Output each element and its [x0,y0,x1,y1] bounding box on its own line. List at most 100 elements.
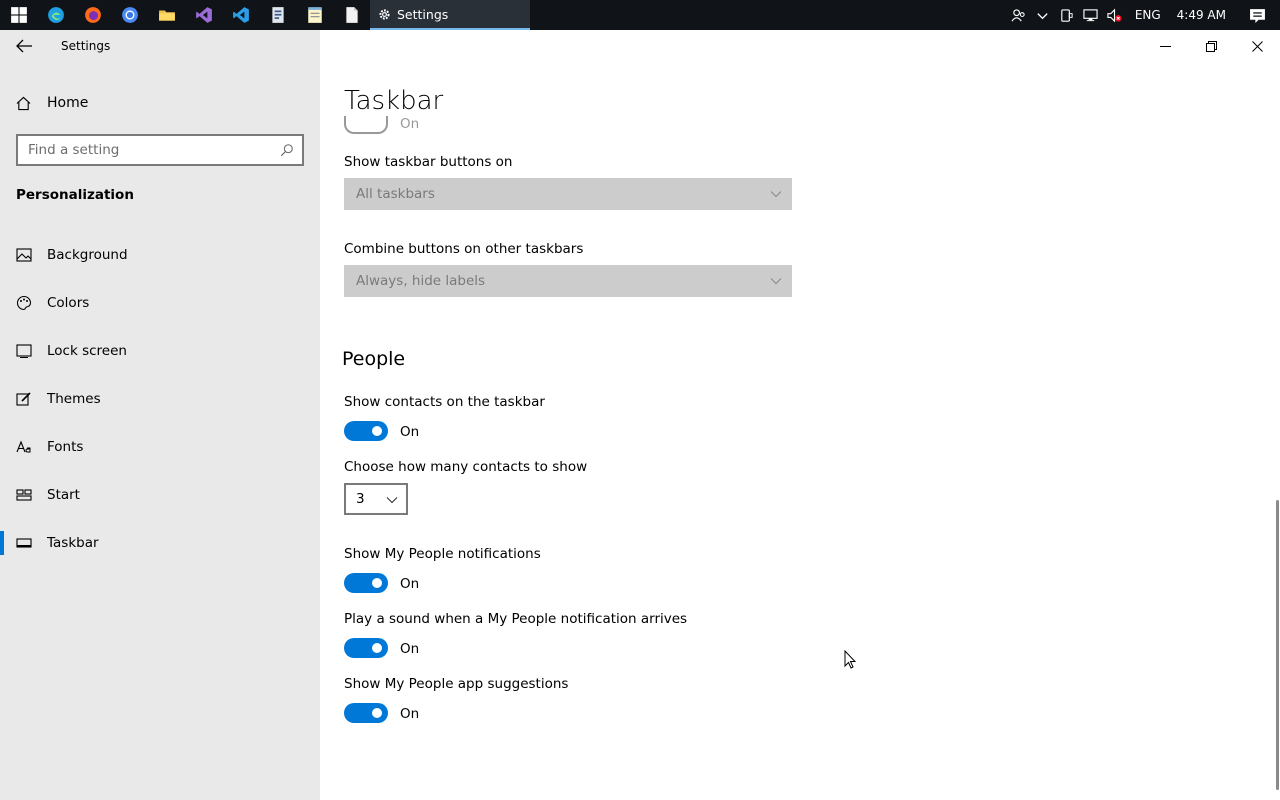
vscode-icon [232,7,249,23]
app-suggestions-state: On [400,706,420,722]
sidebar-item-lock-screen[interactable]: Lock screen [0,327,320,375]
settings-taskbar-button[interactable]: Settings [370,0,530,30]
app-suggestions-toggle[interactable] [344,703,388,723]
vertical-scrollbar[interactable] [1276,500,1279,790]
mouse-cursor-icon [844,650,857,669]
sidebar-item-taskbar[interactable]: Taskbar [0,519,320,567]
volume-muted-icon [1107,8,1122,22]
restore-button[interactable] [1188,30,1234,62]
vscode-taskbar-button[interactable] [222,0,259,30]
notification-sound-label: Play a sound when a My People notificati… [344,611,688,627]
sidebar-nav: Background Colors Lock screen Themes Fon… [0,231,320,567]
input-language-indicator[interactable]: ENG [1127,8,1169,22]
notification-sound-toggle[interactable] [344,638,388,658]
combine-buttons-dropdown: Always, hide labels [344,265,792,297]
visual-studio-taskbar-button[interactable] [185,0,222,30]
sidebar-item-label: Taskbar [47,535,99,551]
edge-taskbar-button[interactable] [37,0,74,30]
clock[interactable]: 4:49 AM [1169,8,1234,22]
chevron-down-icon [386,497,398,504]
close-icon [1251,40,1263,52]
folder-icon [158,10,175,21]
notification-icon [1249,8,1265,23]
search-input[interactable] [28,142,280,158]
fonts-icon [16,440,31,453]
visual-studio-icon [195,7,212,23]
sidebar-item-start[interactable]: Start [0,471,320,519]
people-notifications-state: On [400,576,420,592]
sidebar-item-themes[interactable]: Themes [0,375,320,423]
home-icon [16,96,31,110]
start-icon [16,489,32,501]
chevron-down-icon [770,278,782,285]
show-buttons-dropdown: All taskbars [344,178,792,210]
toggle-knob [372,643,382,653]
people-heading: People [342,348,406,370]
sidebar-item-label: Themes [47,391,101,407]
people-notifications-label: Show My People notifications [344,546,541,562]
start-button[interactable] [0,0,37,30]
chevron-up-icon [1037,12,1048,19]
show-hidden-icons-button[interactable] [1031,0,1055,30]
file-taskbar-button[interactable] [333,0,370,30]
firefox-taskbar-button[interactable] [74,0,111,30]
file-explorer-taskbar-button[interactable] [148,0,185,30]
action-center-button[interactable] [1234,0,1280,30]
home-nav-item[interactable]: Home [16,93,88,113]
sidebar-item-background[interactable]: Background [0,231,320,279]
palette-icon [16,295,32,311]
contacts-count-label: Choose how many contacts to show [344,459,588,475]
partially-scrolled-toggle-label: On [400,116,420,128]
sidebar-item-label: Lock screen [47,343,127,359]
settings-sidebar: Settings Home Personalization Background… [0,30,320,800]
show-buttons-label: Show taskbar buttons on [344,154,513,170]
file-icon [345,7,358,23]
sidebar-item-label: Background [47,247,128,263]
document-app-icon [271,7,284,23]
show-buttons-value: All taskbars [356,186,435,202]
image-icon [16,248,32,262]
volume-tray-button[interactable] [1103,0,1127,30]
search-icon[interactable] [280,143,294,157]
notification-sound-state: On [400,641,420,657]
sidebar-item-colors[interactable]: Colors [0,279,320,327]
windows-logo-icon [10,7,27,23]
app-title: Settings [61,39,111,53]
restore-icon [1205,40,1217,52]
section-title: Personalization [16,187,134,203]
people-notifications-toggle[interactable] [344,573,388,593]
close-button[interactable] [1234,30,1280,62]
lock-screen-icon [16,344,32,358]
app-suggestions-label: Show My People app suggestions [344,676,569,692]
sidebar-item-label: Fonts [47,439,84,455]
notepad-icon [307,7,322,23]
chevron-down-icon [770,191,782,198]
windows-taskbar: Settings ENG 4:49 AM [0,0,1280,30]
sidebar-item-fonts[interactable]: Fonts [0,423,320,471]
app-taskbar-button[interactable] [259,0,296,30]
people-icon [1011,8,1025,21]
settings-content: Taskbar On Show taskbar buttons on All t… [320,30,1280,800]
search-box[interactable] [16,134,304,166]
gear-icon [379,8,390,20]
firefox-icon [84,7,101,23]
contacts-count-dropdown[interactable]: 3 [344,483,408,515]
combine-buttons-label: Combine buttons on other taskbars [344,241,584,257]
minimize-icon [1159,45,1171,47]
network-icon [1083,8,1098,21]
show-contacts-toggle[interactable] [344,421,388,441]
chrome-taskbar-button[interactable] [111,0,148,30]
device-tray-button[interactable] [1055,0,1079,30]
network-tray-button[interactable] [1079,0,1103,30]
minimize-button[interactable] [1142,30,1188,62]
notepad-taskbar-button[interactable] [296,0,333,30]
people-tray-button[interactable] [1007,0,1031,30]
device-icon [1061,8,1073,22]
active-window-label: Settings [397,6,449,22]
toggle-knob [372,578,382,588]
back-arrow-icon[interactable] [14,38,34,54]
toggle-knob [372,708,382,718]
partially-scrolled-toggle[interactable] [344,116,388,134]
sidebar-item-label: Start [47,487,80,503]
system-tray: ENG 4:49 AM [1007,0,1280,30]
